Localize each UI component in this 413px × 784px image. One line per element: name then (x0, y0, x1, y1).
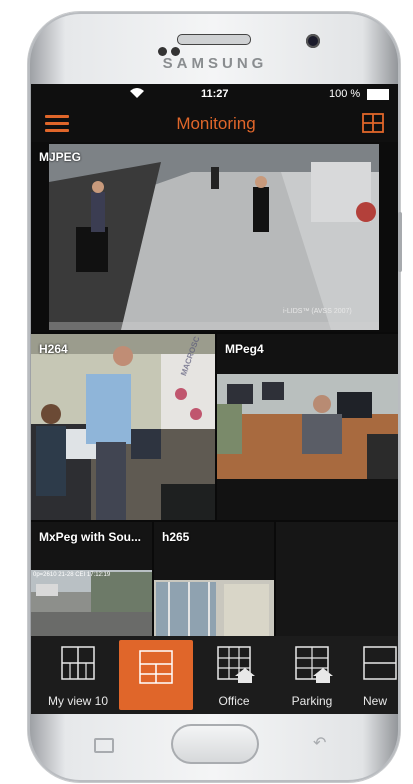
phone-screen: 11:27 100 % Monitoring MJPEG i-LIDS™ (AV… (31, 84, 398, 714)
view-label: Office (218, 694, 250, 708)
menu-icon[interactable] (45, 115, 69, 133)
shared-view-icon (295, 646, 333, 683)
view-label: New (363, 694, 388, 708)
camera-label: MxPeg with Sou... (39, 530, 142, 544)
view-item-current[interactable] (119, 640, 193, 710)
camera-tile-h265[interactable]: h265 (154, 522, 274, 636)
views-bar: My view 10 Office Parking New (31, 636, 398, 714)
layout-view-icon (139, 650, 173, 684)
status-bar: 11:27 100 % (31, 84, 398, 106)
camera-grid: MJPEG i-LIDS™ (AVSS 2007) H264 MACROSC M… (31, 142, 398, 636)
home-button[interactable] (171, 724, 259, 764)
battery-icon (367, 89, 389, 100)
recent-apps-icon[interactable] (94, 738, 114, 753)
view-item-parking[interactable]: Parking (275, 636, 349, 714)
phone-side-button (398, 212, 402, 272)
camera-feed-image (217, 334, 398, 520)
page-title: Monitoring (176, 114, 256, 133)
camera-tile-mpeg4[interactable]: MPeg4 (217, 334, 398, 520)
camera-tile-h264[interactable]: H264 MACROSC (31, 334, 215, 520)
layout-grid-icon[interactable] (362, 113, 384, 133)
device-brand: SAMSUNG (162, 55, 268, 72)
status-time: 11:27 (201, 88, 229, 100)
grid-view-icon (61, 646, 95, 680)
back-icon[interactable]: ↶ (313, 736, 333, 752)
view-item-my-view-10[interactable]: My view 10 (41, 636, 115, 714)
camera-tile-empty[interactable] (276, 522, 398, 636)
camera-label: MPeg4 (225, 342, 264, 356)
camera-tile-mjpeg[interactable]: MJPEG i-LIDS™ (AVSS 2007) (31, 142, 398, 332)
app-bar: Monitoring (31, 106, 398, 142)
camera-timestamp: 0p=2610 21-28 CEI 17:12:19 (33, 572, 111, 578)
front-camera (306, 34, 320, 48)
camera-label: H264 (39, 342, 68, 356)
camera-tile-mxpeg[interactable]: MxPeg with Sou... 0p=2610 21-28 CEI 17:1… (31, 522, 152, 636)
grid-view-icon (363, 646, 397, 680)
view-item-new[interactable]: New (353, 636, 398, 714)
camera-label: MJPEG (39, 150, 82, 164)
battery-percent: 100 % (329, 88, 361, 100)
camera-feed-image (31, 142, 398, 332)
camera-label: h265 (162, 530, 190, 544)
shared-view-icon (217, 646, 255, 683)
view-label: Parking (291, 694, 333, 708)
camera-watermark: i-LIDS™ (AVSS 2007) (283, 308, 352, 315)
earpiece-speaker (177, 34, 251, 45)
wifi-icon (130, 88, 144, 98)
view-label: My view 10 (47, 694, 109, 708)
view-item-office[interactable]: Office (197, 636, 271, 714)
